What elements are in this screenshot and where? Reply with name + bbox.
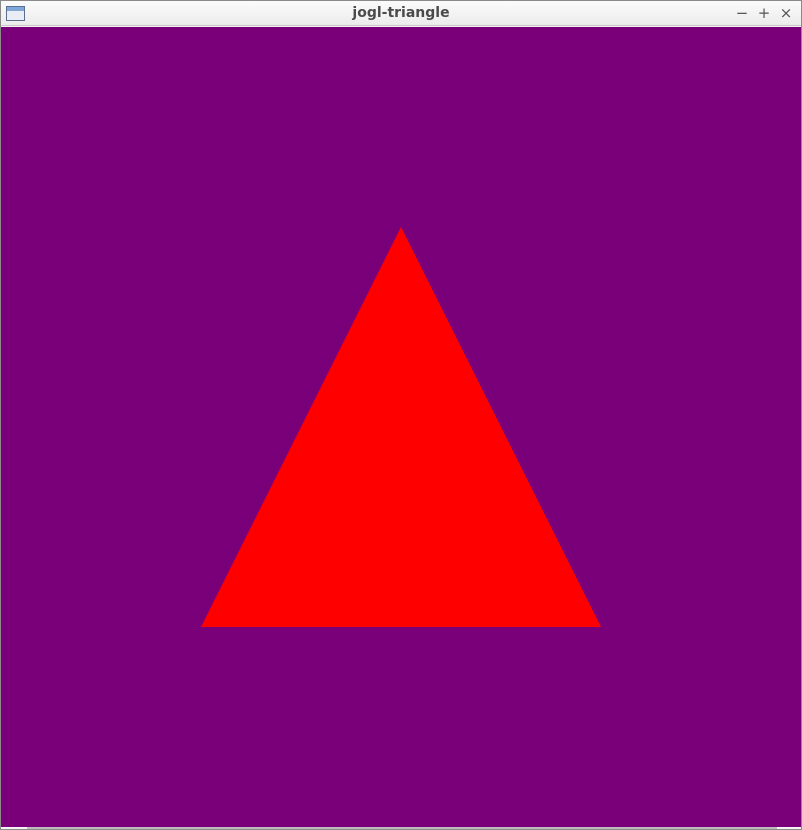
minimize-icon[interactable]: − [733, 4, 751, 22]
maximize-icon[interactable]: + [755, 4, 773, 22]
gl-canvas[interactable] [1, 27, 801, 827]
window-controls: − + × [733, 4, 795, 22]
close-icon[interactable]: × [777, 4, 795, 22]
window-title: jogl-triangle [352, 5, 450, 21]
app-window: jogl-triangle − + × [0, 0, 802, 830]
window-bottom-border [27, 827, 777, 829]
title-bar[interactable]: jogl-triangle − + × [1, 1, 801, 26]
scene-svg [1, 27, 801, 827]
